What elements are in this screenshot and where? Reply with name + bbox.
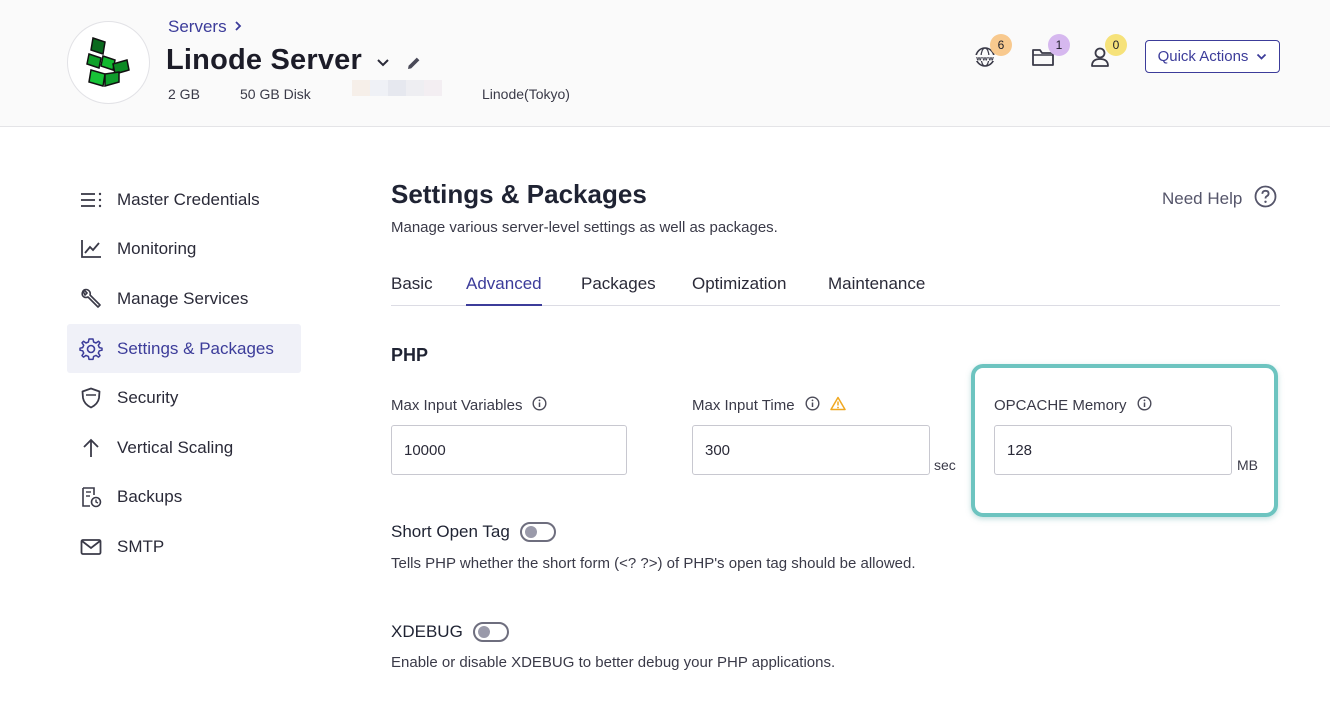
xdebug-row: XDEBUG	[391, 622, 509, 642]
sidebar-item-label: Vertical Scaling	[117, 437, 234, 457]
field-label-text: Max Input Time	[692, 397, 795, 414]
breadcrumb-servers[interactable]: Servers	[168, 17, 227, 37]
sidebar-item-manage-services[interactable]: Manage Services	[67, 274, 301, 324]
need-help-link[interactable]: Need Help	[1162, 185, 1277, 213]
server-ram: 2 GB	[168, 86, 200, 102]
xdebug-label: XDEBUG	[391, 622, 463, 641]
server-title-row: Linode Server	[166, 44, 422, 77]
files-count-badge: 1	[1048, 34, 1070, 56]
arrow-up-icon	[79, 436, 103, 460]
max-input-variables-input[interactable]	[391, 425, 627, 475]
folder-icon[interactable]: 1	[1028, 34, 1070, 72]
sidebar-item-monitoring[interactable]: Monitoring	[67, 225, 301, 275]
gear-icon	[79, 337, 103, 361]
settings-tabs: Basic Advanced Packages Optimization Mai…	[391, 262, 1280, 306]
sidebar-item-label: Backups	[117, 487, 183, 507]
www-applications-icon[interactable]: www 6	[970, 34, 1012, 72]
short-open-tag-row: Short Open Tag	[391, 522, 556, 542]
info-icon[interactable]	[1137, 396, 1152, 415]
chevron-right-icon	[233, 17, 243, 37]
quick-actions-label: Quick Actions	[1157, 48, 1249, 65]
server-location: Linode(Tokyo)	[482, 86, 570, 102]
opcache-memory-input[interactable]	[994, 425, 1232, 475]
users-count-badge: 0	[1105, 34, 1127, 56]
info-icon[interactable]	[805, 396, 820, 415]
linode-logo	[67, 21, 150, 104]
server-disk: 50 GB Disk	[240, 86, 311, 102]
mail-icon	[79, 535, 103, 559]
seconds-unit: sec	[934, 457, 956, 473]
sidebar-item-label: Manage Services	[117, 288, 249, 308]
chart-line-icon	[79, 237, 103, 261]
info-icon[interactable]	[532, 396, 547, 415]
opcache-memory-label: OPCACHE Memory	[994, 396, 1152, 415]
redacted-ip	[352, 80, 442, 96]
field-label-text: OPCACHE Memory	[994, 397, 1127, 414]
tab-basic[interactable]: Basic	[391, 274, 433, 304]
max-input-time-input[interactable]	[692, 425, 930, 475]
user-icon[interactable]: 0	[1085, 34, 1127, 72]
warning-icon[interactable]	[829, 396, 846, 415]
edit-pencil-icon[interactable]	[406, 55, 422, 71]
shield-icon	[79, 386, 103, 410]
backup-icon	[79, 485, 103, 509]
list-icon	[79, 188, 103, 212]
question-circle-icon	[1254, 185, 1277, 213]
max-input-time-label: Max Input Time	[692, 396, 846, 415]
tab-maintenance[interactable]: Maintenance	[828, 274, 925, 304]
www-count-badge: 6	[990, 34, 1012, 56]
field-label-text: Max Input Variables	[391, 397, 523, 414]
short-open-tag-label: Short Open Tag	[391, 522, 510, 541]
short-open-tag-toggle[interactable]	[519, 522, 556, 542]
chevron-down-icon	[1256, 48, 1267, 65]
sidebar-item-vertical-scaling[interactable]: Vertical Scaling	[67, 423, 301, 473]
xdebug-toggle[interactable]	[472, 622, 509, 642]
sidebar-item-label: Settings & Packages	[117, 338, 274, 358]
sidebar-item-label: Master Credentials	[117, 189, 260, 209]
svg-text:www: www	[976, 55, 994, 63]
tab-optimization[interactable]: Optimization	[692, 274, 786, 304]
page-title: Linode Server	[166, 44, 362, 76]
sidebar-item-label: Security	[117, 388, 179, 408]
php-section-title: PHP	[391, 345, 429, 365]
sidebar-item-master-credentials[interactable]: Master Credentials	[67, 175, 301, 225]
section-subtitle: Manage various server-level settings as …	[391, 219, 778, 236]
server-header: Servers Linode Server 2 GB 50 GB Disk Li…	[0, 0, 1330, 127]
sidebar-item-backups[interactable]: Backups	[67, 473, 301, 523]
short-open-tag-description: Tells PHP whether the short form (<? ?>)…	[391, 555, 916, 572]
tab-packages[interactable]: Packages	[581, 274, 656, 304]
sidebar-item-smtp[interactable]: SMTP	[67, 522, 301, 572]
sidebar-item-label: SMTP	[117, 536, 165, 556]
megabytes-unit: MB	[1237, 457, 1258, 473]
sidebar-nav: Master Credentials Monitoring Manage Ser…	[67, 175, 301, 572]
sidebar-item-label: Monitoring	[117, 239, 197, 259]
sidebar-item-security[interactable]: Security	[67, 373, 301, 423]
breadcrumb[interactable]: Servers	[168, 17, 243, 37]
max-input-variables-label: Max Input Variables	[391, 396, 547, 415]
need-help-label: Need Help	[1162, 189, 1243, 208]
wrench-icon	[79, 287, 103, 311]
xdebug-description: Enable or disable XDEBUG to better debug…	[391, 654, 836, 671]
tab-advanced[interactable]: Advanced	[466, 274, 542, 306]
sidebar-item-settings-packages[interactable]: Settings & Packages	[67, 323, 301, 374]
section-heading: Settings & Packages	[391, 179, 647, 209]
chevron-down-icon[interactable]	[376, 58, 390, 68]
quick-actions-button[interactable]: Quick Actions	[1145, 40, 1280, 73]
